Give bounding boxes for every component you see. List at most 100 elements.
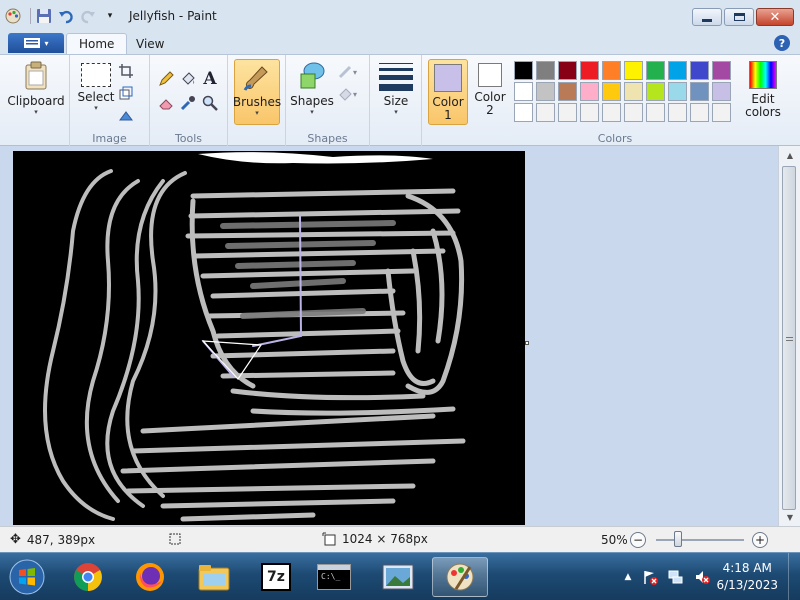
pencil-icon[interactable] bbox=[156, 69, 176, 89]
palette-swatch[interactable] bbox=[602, 82, 621, 101]
zoom-slider[interactable] bbox=[656, 539, 744, 541]
palette-swatch[interactable] bbox=[712, 61, 731, 80]
color2-button[interactable]: Color 2 bbox=[470, 63, 510, 117]
palette-swatch[interactable] bbox=[536, 61, 555, 80]
fill-icon[interactable]: ▾ bbox=[336, 83, 364, 103]
palette-swatch[interactable] bbox=[712, 103, 731, 122]
palette-swatch[interactable] bbox=[602, 61, 621, 80]
color2-label: Color 2 bbox=[474, 91, 505, 117]
jellyfish-drawing bbox=[43, 152, 466, 522]
palette-swatch[interactable] bbox=[690, 61, 709, 80]
resize-icon[interactable] bbox=[116, 83, 136, 103]
palette-swatch[interactable] bbox=[536, 103, 555, 122]
palette-swatch[interactable] bbox=[624, 61, 643, 80]
palette-swatch[interactable] bbox=[514, 82, 533, 101]
text-tool-icon[interactable]: A bbox=[200, 69, 220, 89]
volume-muted-icon[interactable] bbox=[694, 569, 710, 585]
palette-swatch[interactable] bbox=[558, 61, 577, 80]
redo-icon[interactable] bbox=[79, 7, 97, 25]
edit-colors-button[interactable]: Edit colors bbox=[736, 61, 790, 119]
zoom-in-button[interactable]: + bbox=[752, 532, 768, 548]
action-center-icon[interactable] bbox=[642, 569, 658, 585]
color2-label-line1: Color bbox=[474, 90, 506, 104]
firefox-taskbar-button[interactable] bbox=[122, 557, 178, 597]
palette-swatch[interactable] bbox=[558, 82, 577, 101]
close-button[interactable]: ✕ bbox=[756, 8, 794, 26]
palette-swatch[interactable] bbox=[646, 82, 665, 101]
file-menu-button[interactable]: ▾ bbox=[8, 33, 64, 53]
save-icon[interactable] bbox=[35, 7, 53, 25]
palette-swatch[interactable] bbox=[602, 103, 621, 122]
palette-swatch[interactable] bbox=[580, 103, 599, 122]
size-button[interactable]: Size ▾ bbox=[376, 63, 416, 117]
palette-swatch[interactable] bbox=[668, 61, 687, 80]
scroll-up-icon[interactable]: ▲ bbox=[783, 148, 797, 162]
crop-icon[interactable] bbox=[116, 61, 136, 81]
palette-swatch[interactable] bbox=[624, 82, 643, 101]
palette-swatch[interactable] bbox=[690, 103, 709, 122]
windows-logo-icon bbox=[9, 559, 45, 595]
maximize-icon bbox=[733, 13, 745, 21]
cursor-position: 487, 389px bbox=[26, 532, 96, 547]
vertical-scrollbar[interactable]: ▲ ▼ bbox=[778, 146, 800, 526]
palette-swatch[interactable] bbox=[514, 61, 533, 80]
rotate-icon[interactable] bbox=[116, 105, 136, 125]
file-explorer-taskbar-button[interactable] bbox=[186, 557, 242, 597]
photo-viewer-taskbar-button[interactable] bbox=[370, 557, 426, 597]
tools-group-label: Tools bbox=[174, 132, 203, 145]
minimize-button[interactable] bbox=[692, 8, 722, 26]
show-hidden-icons-icon[interactable]: ▲ bbox=[620, 569, 636, 585]
palette-swatch[interactable] bbox=[646, 103, 665, 122]
7zip-taskbar-button[interactable]: 7z bbox=[248, 557, 304, 597]
palette-swatch[interactable] bbox=[712, 82, 731, 101]
paint-taskbar-button[interactable] bbox=[432, 557, 488, 597]
clipboard-icon bbox=[25, 61, 47, 90]
window-title: Jellyfish - Paint bbox=[129, 9, 217, 23]
palette-swatch[interactable] bbox=[536, 82, 555, 101]
chrome-taskbar-button[interactable] bbox=[60, 557, 116, 597]
shapes-button[interactable]: Shapes ▾ bbox=[290, 61, 334, 117]
tab-home[interactable]: Home bbox=[66, 33, 128, 54]
zoom-out-button[interactable]: − bbox=[630, 532, 646, 548]
shapes-group: Shapes ▾ ▾ ▾ Shapes bbox=[286, 55, 370, 147]
start-button[interactable] bbox=[2, 557, 52, 597]
system-clock[interactable]: 4:18 AM 6/13/2023 bbox=[716, 560, 778, 594]
palette-swatch[interactable] bbox=[646, 61, 665, 80]
drawing-canvas[interactable] bbox=[13, 151, 525, 525]
command-prompt-taskbar-button[interactable]: C:\_ bbox=[306, 557, 362, 597]
fill-bucket-icon[interactable] bbox=[178, 69, 198, 89]
select-button[interactable]: Select ▾ bbox=[76, 63, 116, 113]
show-desktop-button[interactable] bbox=[788, 553, 800, 600]
canvas-resize-handle[interactable] bbox=[525, 341, 529, 345]
clipboard-button[interactable]: Clipboard ▾ bbox=[7, 61, 65, 117]
maximize-button[interactable] bbox=[724, 8, 754, 26]
scroll-down-icon[interactable]: ▼ bbox=[783, 510, 797, 524]
zoom-slider-thumb[interactable] bbox=[673, 531, 682, 547]
color-picker-icon[interactable] bbox=[178, 93, 198, 113]
palette-swatch[interactable] bbox=[668, 103, 687, 122]
brushes-button[interactable]: Brushes ▾ bbox=[233, 59, 281, 125]
network-icon[interactable] bbox=[668, 569, 684, 585]
clipboard-label: Clipboard bbox=[7, 94, 65, 108]
help-icon[interactable]: ? bbox=[774, 35, 790, 51]
outline-icon[interactable]: ▾ bbox=[336, 61, 364, 81]
paint-app-icon[interactable] bbox=[4, 7, 22, 25]
edit-colors-label-line2: colors bbox=[745, 105, 781, 119]
clipboard-group: Clipboard ▾ bbox=[0, 55, 70, 147]
palette-swatch[interactable] bbox=[624, 103, 643, 122]
undo-icon[interactable] bbox=[57, 7, 75, 25]
customize-qat-icon[interactable]: ▾ bbox=[101, 7, 119, 25]
magnifier-icon[interactable] bbox=[200, 93, 220, 113]
palette-swatch[interactable] bbox=[580, 82, 599, 101]
chevron-down-icon: ▾ bbox=[310, 108, 314, 116]
palette-swatch[interactable] bbox=[558, 103, 577, 122]
palette-swatch[interactable] bbox=[580, 61, 599, 80]
palette-swatch[interactable] bbox=[668, 82, 687, 101]
tab-view[interactable]: View bbox=[124, 33, 176, 54]
color1-button[interactable]: Color 1 bbox=[428, 59, 468, 125]
palette-swatch[interactable] bbox=[514, 103, 533, 122]
scroll-thumb[interactable] bbox=[782, 166, 796, 510]
eraser-icon[interactable] bbox=[156, 93, 176, 113]
palette-swatch[interactable] bbox=[690, 82, 709, 101]
minimize-icon bbox=[702, 18, 712, 22]
